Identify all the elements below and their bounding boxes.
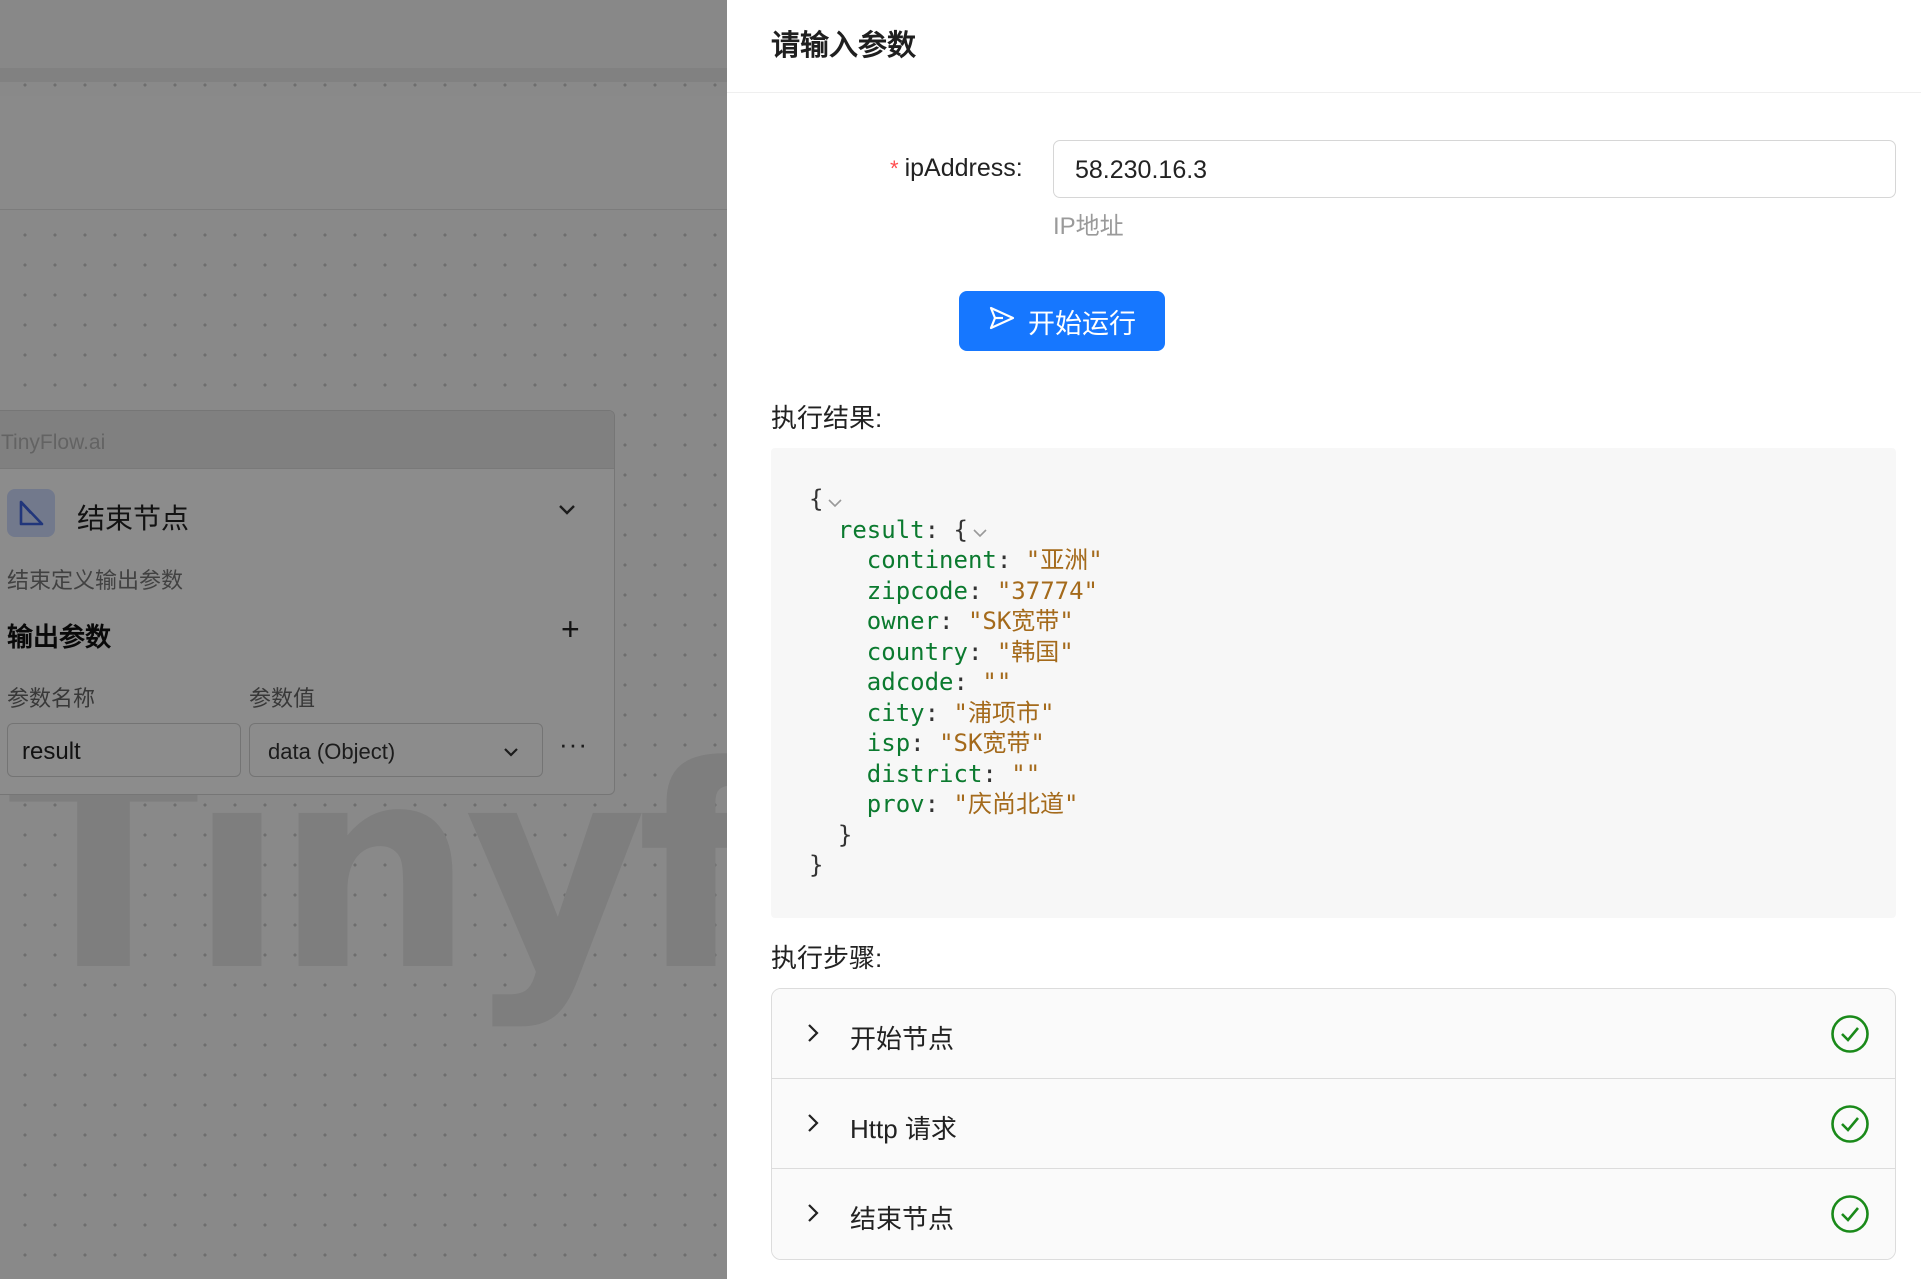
drawer-header: 请输入参数 xyxy=(727,0,1921,93)
json-colon: : xyxy=(953,668,983,696)
json-key: country xyxy=(866,637,968,666)
collapse-chevron-icon[interactable] xyxy=(972,515,988,546)
step-item-end-node[interactable]: 结束节点 xyxy=(772,1169,1895,1259)
modal-mask[interactable] xyxy=(0,0,727,1279)
json-value: "韩国" xyxy=(996,637,1074,666)
json-brace: { xyxy=(953,515,968,544)
check-circle-icon xyxy=(1830,1104,1870,1149)
json-brace: { xyxy=(809,485,824,513)
json-key: continent xyxy=(866,546,997,574)
check-circle-icon xyxy=(1830,1194,1870,1239)
steps-section-label: 执行步骤: xyxy=(771,943,883,973)
run-params-drawer: 请输入参数 * ipAddress: 58.230.16.3 IP地址 开始运行 … xyxy=(727,0,1921,1279)
json-brace: } xyxy=(809,851,824,879)
result-json-viewer: { result: { continent: "亚洲" zipcode: "37… xyxy=(771,448,1896,918)
json-colon: : xyxy=(939,607,968,635)
json-value: "" xyxy=(982,668,1012,696)
start-run-label: 开始运行 xyxy=(1028,308,1136,339)
json-line: country: "韩国" xyxy=(809,637,1896,668)
json-line: } xyxy=(809,820,1896,851)
chevron-right-icon xyxy=(806,1202,820,1229)
json-key: isp xyxy=(866,729,911,757)
check-circle-icon xyxy=(1830,1014,1870,1059)
json-entries: continent: "亚洲" zipcode: "37774" owner: … xyxy=(809,545,1896,820)
step-item-start-node[interactable]: 开始节点 xyxy=(772,989,1895,1079)
result-section-label: 执行结果: xyxy=(771,403,883,433)
json-value: "SK宽带" xyxy=(967,607,1074,635)
json-colon: : xyxy=(982,759,1012,788)
json-line: prov: "庆尚北道" xyxy=(809,789,1896,820)
step-label: Http 请求 xyxy=(850,1114,957,1144)
json-line: } xyxy=(809,850,1896,881)
json-key: city xyxy=(866,698,925,727)
start-run-button[interactable]: 开始运行 xyxy=(959,291,1165,351)
collapse-chevron-icon[interactable] xyxy=(827,485,843,516)
json-colon: : xyxy=(924,790,954,818)
json-line: continent: "亚洲" xyxy=(809,545,1896,576)
json-line: city: "浦项市" xyxy=(809,698,1896,729)
json-colon: : xyxy=(924,698,954,727)
json-line: zipcode: "37774" xyxy=(809,576,1896,607)
json-line: result: { xyxy=(809,515,1896,546)
drawer-title: 请输入参数 xyxy=(771,30,917,62)
json-value: "37774" xyxy=(996,576,1099,605)
json-value: "浦项市" xyxy=(953,698,1055,727)
step-label: 开始节点 xyxy=(850,1024,955,1054)
json-line: { xyxy=(809,484,1896,515)
chevron-right-icon xyxy=(806,1022,820,1049)
json-key: district xyxy=(866,759,983,788)
json-line: isp: "SK宽带" xyxy=(809,728,1896,759)
json-colon: : xyxy=(924,515,954,544)
ip-address-label-text: ipAddress: xyxy=(904,154,1023,182)
json-colon: : xyxy=(996,546,1026,574)
json-key: owner xyxy=(866,607,940,635)
send-icon xyxy=(988,304,1016,339)
chevron-right-icon xyxy=(806,1112,820,1139)
json-value: "SK宽带" xyxy=(939,729,1045,757)
json-key: result xyxy=(837,515,925,544)
json-value: "庆尚北道" xyxy=(953,790,1079,818)
json-key: adcode xyxy=(866,668,954,696)
ip-address-label: * ipAddress: xyxy=(890,154,1023,183)
json-colon: : xyxy=(967,576,997,605)
ip-address-help: IP地址 xyxy=(1053,213,1124,240)
json-colon: : xyxy=(967,637,997,666)
json-line: adcode: "" xyxy=(809,667,1896,698)
json-line: owner: "SK宽带" xyxy=(809,606,1896,637)
steps-collapse: 开始节点 Http 请求 结束节点 xyxy=(771,988,1896,1260)
json-key: prov xyxy=(866,790,925,818)
json-value: "" xyxy=(1011,759,1041,788)
step-item-http-request[interactable]: Http 请求 xyxy=(772,1079,1895,1169)
json-key: zipcode xyxy=(866,576,968,605)
json-line: district: "" xyxy=(809,759,1896,790)
ip-address-input[interactable]: 58.230.16.3 xyxy=(1053,140,1896,198)
json-brace: } xyxy=(837,820,853,849)
required-mark: * xyxy=(890,156,899,181)
json-value: "亚洲" xyxy=(1025,546,1103,574)
json-colon: : xyxy=(910,729,940,757)
step-label: 结束节点 xyxy=(850,1204,955,1234)
